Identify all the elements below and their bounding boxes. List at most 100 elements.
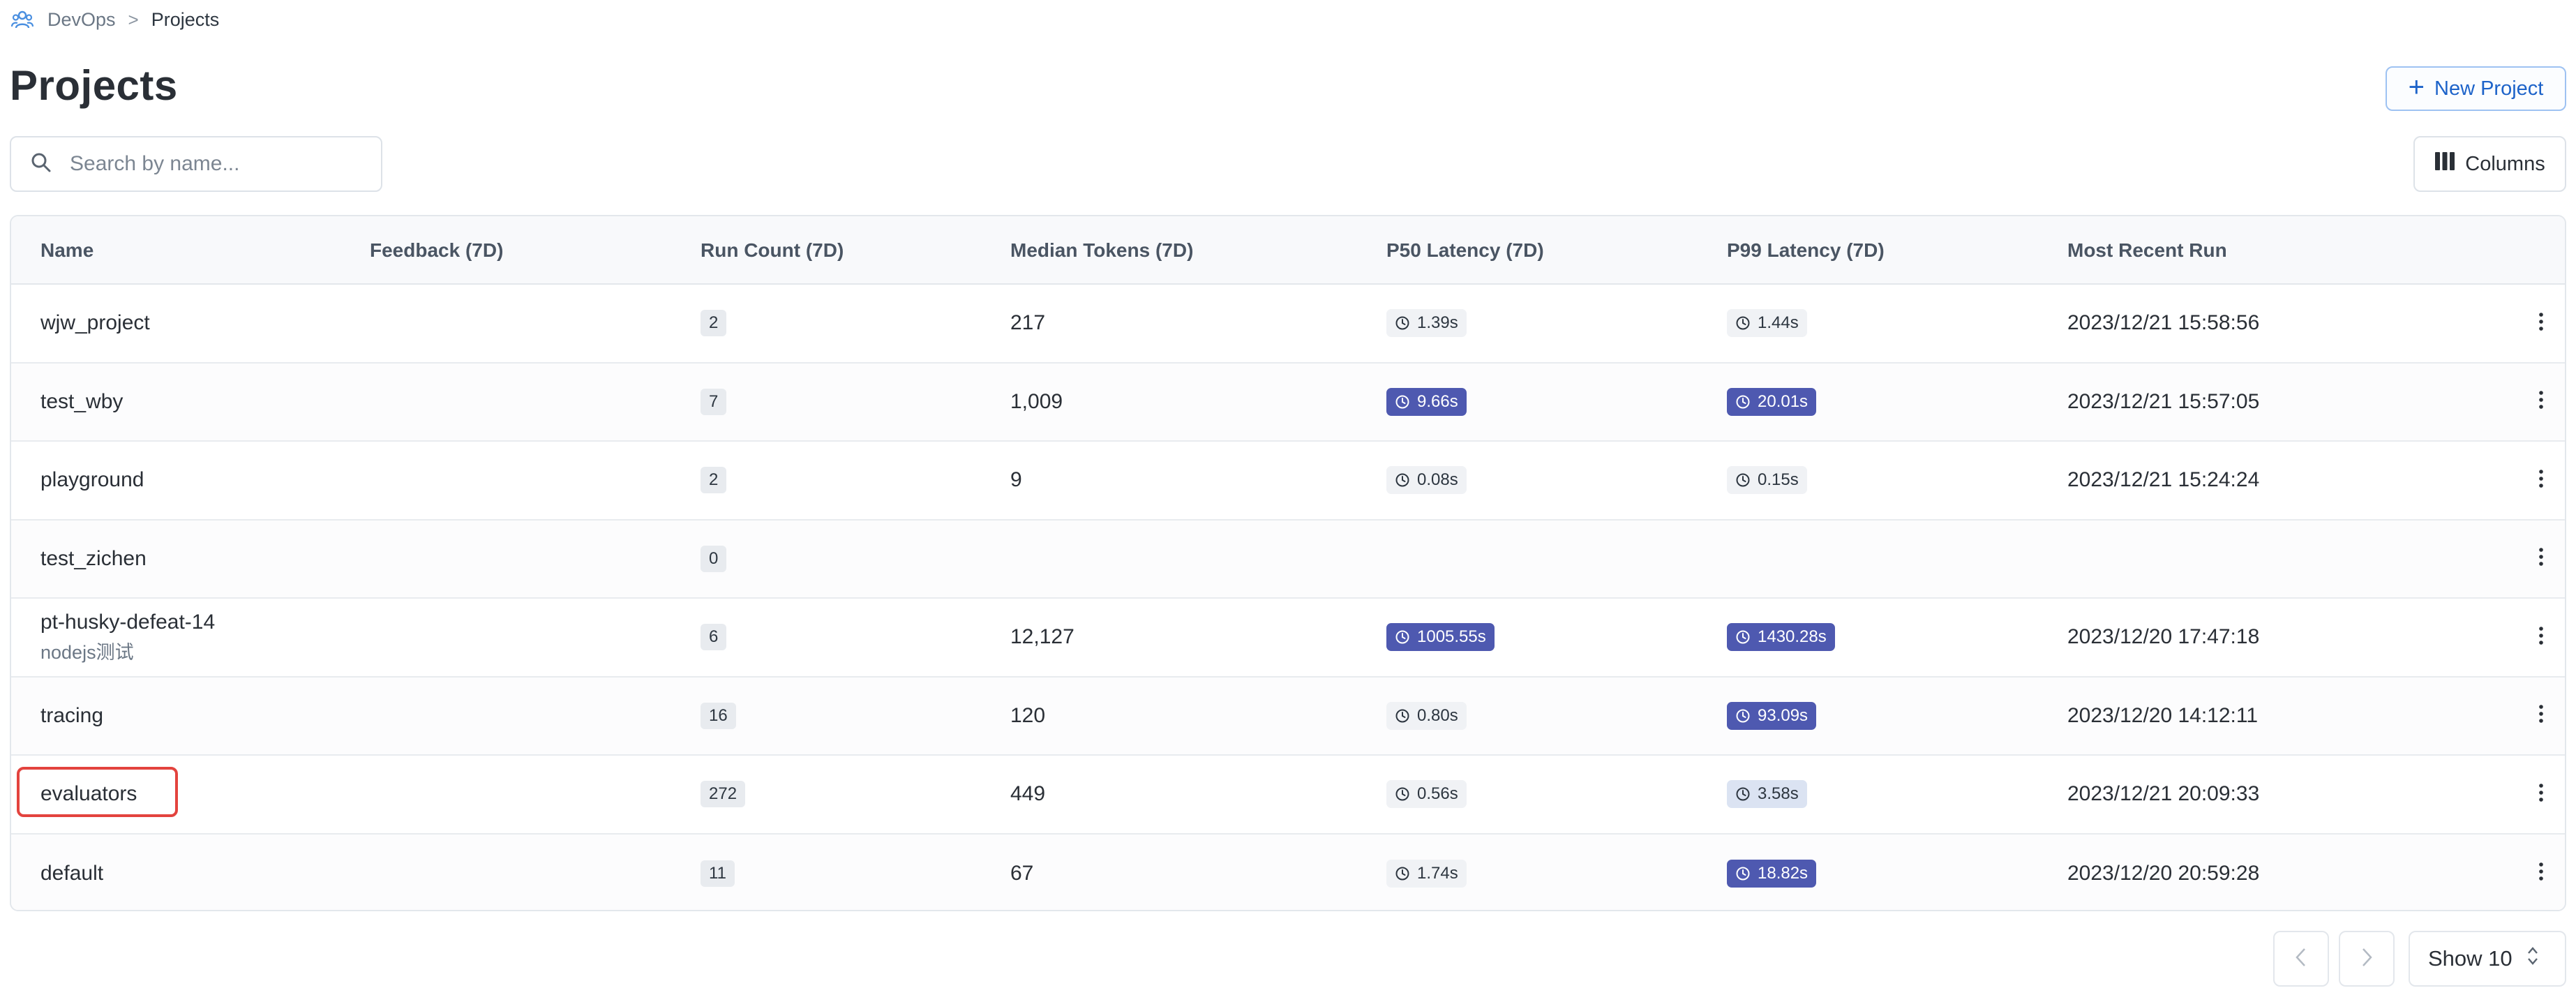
run-count-cell: 7: [701, 364, 727, 441]
row-menu-button[interactable]: [2538, 599, 2544, 676]
run-count-badge: 2: [701, 467, 727, 494]
table-header: Name Feedback (7D) Run Count (7D) Median…: [11, 216, 2565, 285]
row-menu-button[interactable]: [2538, 285, 2544, 362]
clock-icon: [1395, 786, 1410, 802]
run-count-badge: 6: [701, 624, 727, 651]
most-recent-run-cell: 2023/12/20 14:12:11: [2067, 703, 2259, 727]
table-row[interactable]: evaluators 272 449 0.56s 3.58s 2023/12/21 20:…: [11, 756, 2565, 835]
p99-latency-badge: 20.01s: [1727, 387, 1817, 416]
breadcrumb-current: Projects: [151, 8, 220, 30]
p50-latency-badge: 0.08s: [1386, 466, 1467, 495]
run-count-cell: 2: [701, 285, 727, 362]
median-tokens-cell: 67: [1010, 861, 1034, 885]
more-vertical-icon: [2538, 547, 2544, 570]
p50-latency-value: 1.74s: [1417, 863, 1458, 883]
p50-latency-cell: 9.66s: [1386, 364, 1467, 441]
p50-latency-cell: 0.80s: [1386, 678, 1467, 755]
project-name-cell[interactable]: playground: [40, 442, 144, 519]
page-size-select[interactable]: Show 10: [2409, 931, 2566, 987]
column-header-most-recent-run[interactable]: Most Recent Run: [2067, 216, 2227, 285]
p99-latency-cell: 93.09s: [1727, 678, 1817, 755]
p50-latency-badge: 9.66s: [1386, 387, 1467, 416]
p50-latency-value: 0.56s: [1417, 784, 1458, 804]
next-page-button[interactable]: [2339, 931, 2395, 987]
project-name[interactable]: pt-husky-defeat-14: [40, 611, 215, 634]
row-menu-button[interactable]: [2538, 835, 2544, 911]
row-menu-button[interactable]: [2538, 364, 2544, 441]
column-header-median-tokens[interactable]: Median Tokens (7D): [1010, 216, 1193, 285]
columns-icon: [2434, 151, 2455, 177]
p50-latency-badge: 0.56s: [1386, 780, 1467, 809]
table-row[interactable]: default 11 67 1.74s 18.82s 2023/12/20 20:59:2…: [11, 834, 2565, 911]
p50-latency-value: 9.66s: [1417, 391, 1458, 411]
p50-latency-badge: 1.74s: [1386, 859, 1467, 888]
table-row[interactable]: test_wby 7 1,009 9.66s 20.01s 2023/12/21 15:5…: [11, 363, 2565, 442]
p99-latency-value: 93.09s: [1758, 705, 1809, 725]
project-name-cell[interactable]: evaluators: [40, 756, 137, 833]
table-row[interactable]: tracing 16 120 0.80s 93.09s 2023/12/20 14:12:…: [11, 677, 2565, 756]
project-name-cell[interactable]: default: [40, 835, 103, 911]
run-count-cell: 0: [701, 521, 727, 598]
clock-icon: [1395, 315, 1410, 331]
row-menu-button[interactable]: [2538, 521, 2544, 598]
column-header-feedback[interactable]: Feedback (7D): [370, 216, 503, 285]
project-name-cell[interactable]: test_zichen: [40, 521, 147, 598]
column-header-name[interactable]: Name: [40, 216, 93, 285]
p99-latency-badge: 0.15s: [1727, 466, 1807, 495]
clock-icon: [1735, 315, 1751, 331]
most-recent-run-cell: 2023/12/20 20:59:28: [2067, 861, 2260, 885]
clock-icon: [1395, 708, 1410, 724]
previous-page-button[interactable]: [2273, 931, 2329, 987]
project-name-cell[interactable]: pt-husky-defeat-14 nodejs测试: [40, 599, 215, 676]
project-description: nodejs测试: [40, 641, 134, 663]
breadcrumb-link-devops[interactable]: DevOps: [47, 9, 116, 31]
page-title: Projects: [10, 62, 178, 109]
row-menu-button[interactable]: [2538, 442, 2544, 519]
median-tokens-cell: 217: [1010, 311, 1046, 335]
project-name[interactable]: test_wby: [40, 390, 123, 414]
column-header-run-count[interactable]: Run Count (7D): [701, 216, 844, 285]
plus-icon: +: [2408, 72, 2425, 103]
row-menu-button[interactable]: [2538, 678, 2544, 755]
more-vertical-icon: [2538, 312, 2544, 335]
column-header-p50-latency[interactable]: P50 Latency (7D): [1386, 216, 1544, 285]
table-row[interactable]: playground 2 9 0.08s 0.15s 2023/12/21 15:24:2…: [11, 442, 2565, 521]
p50-latency-badge: 0.80s: [1386, 701, 1467, 730]
search-box: [10, 136, 382, 192]
most-recent-run-cell: 2023/12/20 17:47:18: [2067, 625, 2260, 649]
p99-latency-cell: 3.58s: [1727, 756, 1807, 833]
p50-latency-cell: 1005.55s: [1386, 599, 1495, 676]
columns-button[interactable]: Columns: [2413, 136, 2566, 192]
project-name[interactable]: default: [40, 862, 103, 885]
table-row[interactable]: pt-husky-defeat-14 nodejs测试 6 12,127 1005.55…: [11, 599, 2565, 678]
project-name-cell[interactable]: test_wby: [40, 364, 123, 441]
p50-latency-cell: 1.74s: [1386, 835, 1467, 911]
column-header-p99-latency[interactable]: P99 Latency (7D): [1727, 216, 1885, 285]
table-body: wjw_project 2 217 1.39s 1.44s 2023/12/21 15:5…: [11, 285, 2565, 911]
projects-table: Name Feedback (7D) Run Count (7D) Median…: [10, 215, 2566, 911]
project-name-cell[interactable]: tracing: [40, 678, 103, 755]
table-row[interactable]: wjw_project 2 217 1.39s 1.44s 2023/12/21 15:5…: [11, 285, 2565, 364]
table-row[interactable]: test_zichen 0: [11, 520, 2565, 599]
search-input[interactable]: [70, 152, 363, 176]
most-recent-run-cell: 2023/12/21 15:24:24: [2067, 468, 2260, 492]
p50-latency-cell: 0.08s: [1386, 442, 1467, 519]
project-name[interactable]: evaluators: [40, 782, 137, 806]
run-count-cell: 272: [701, 756, 746, 833]
breadcrumb-separator: >: [128, 8, 139, 30]
p99-latency-badge: 93.09s: [1727, 701, 1817, 730]
project-name-cell[interactable]: wjw_project: [40, 285, 150, 362]
project-name[interactable]: wjw_project: [40, 311, 150, 335]
clock-icon: [1735, 786, 1751, 802]
project-name[interactable]: playground: [40, 468, 144, 492]
clock-icon: [1395, 472, 1410, 488]
project-name[interactable]: tracing: [40, 704, 103, 728]
project-name[interactable]: test_zichen: [40, 547, 147, 571]
run-count-badge: 2: [701, 310, 727, 337]
p99-latency-cell: 0.15s: [1727, 442, 1807, 519]
run-count-cell: 16: [701, 678, 736, 755]
row-menu-button[interactable]: [2538, 756, 2544, 833]
p99-latency-value: 20.01s: [1758, 391, 1809, 411]
new-project-button[interactable]: + New Project: [2386, 66, 2566, 111]
columns-label: Columns: [2465, 152, 2545, 175]
